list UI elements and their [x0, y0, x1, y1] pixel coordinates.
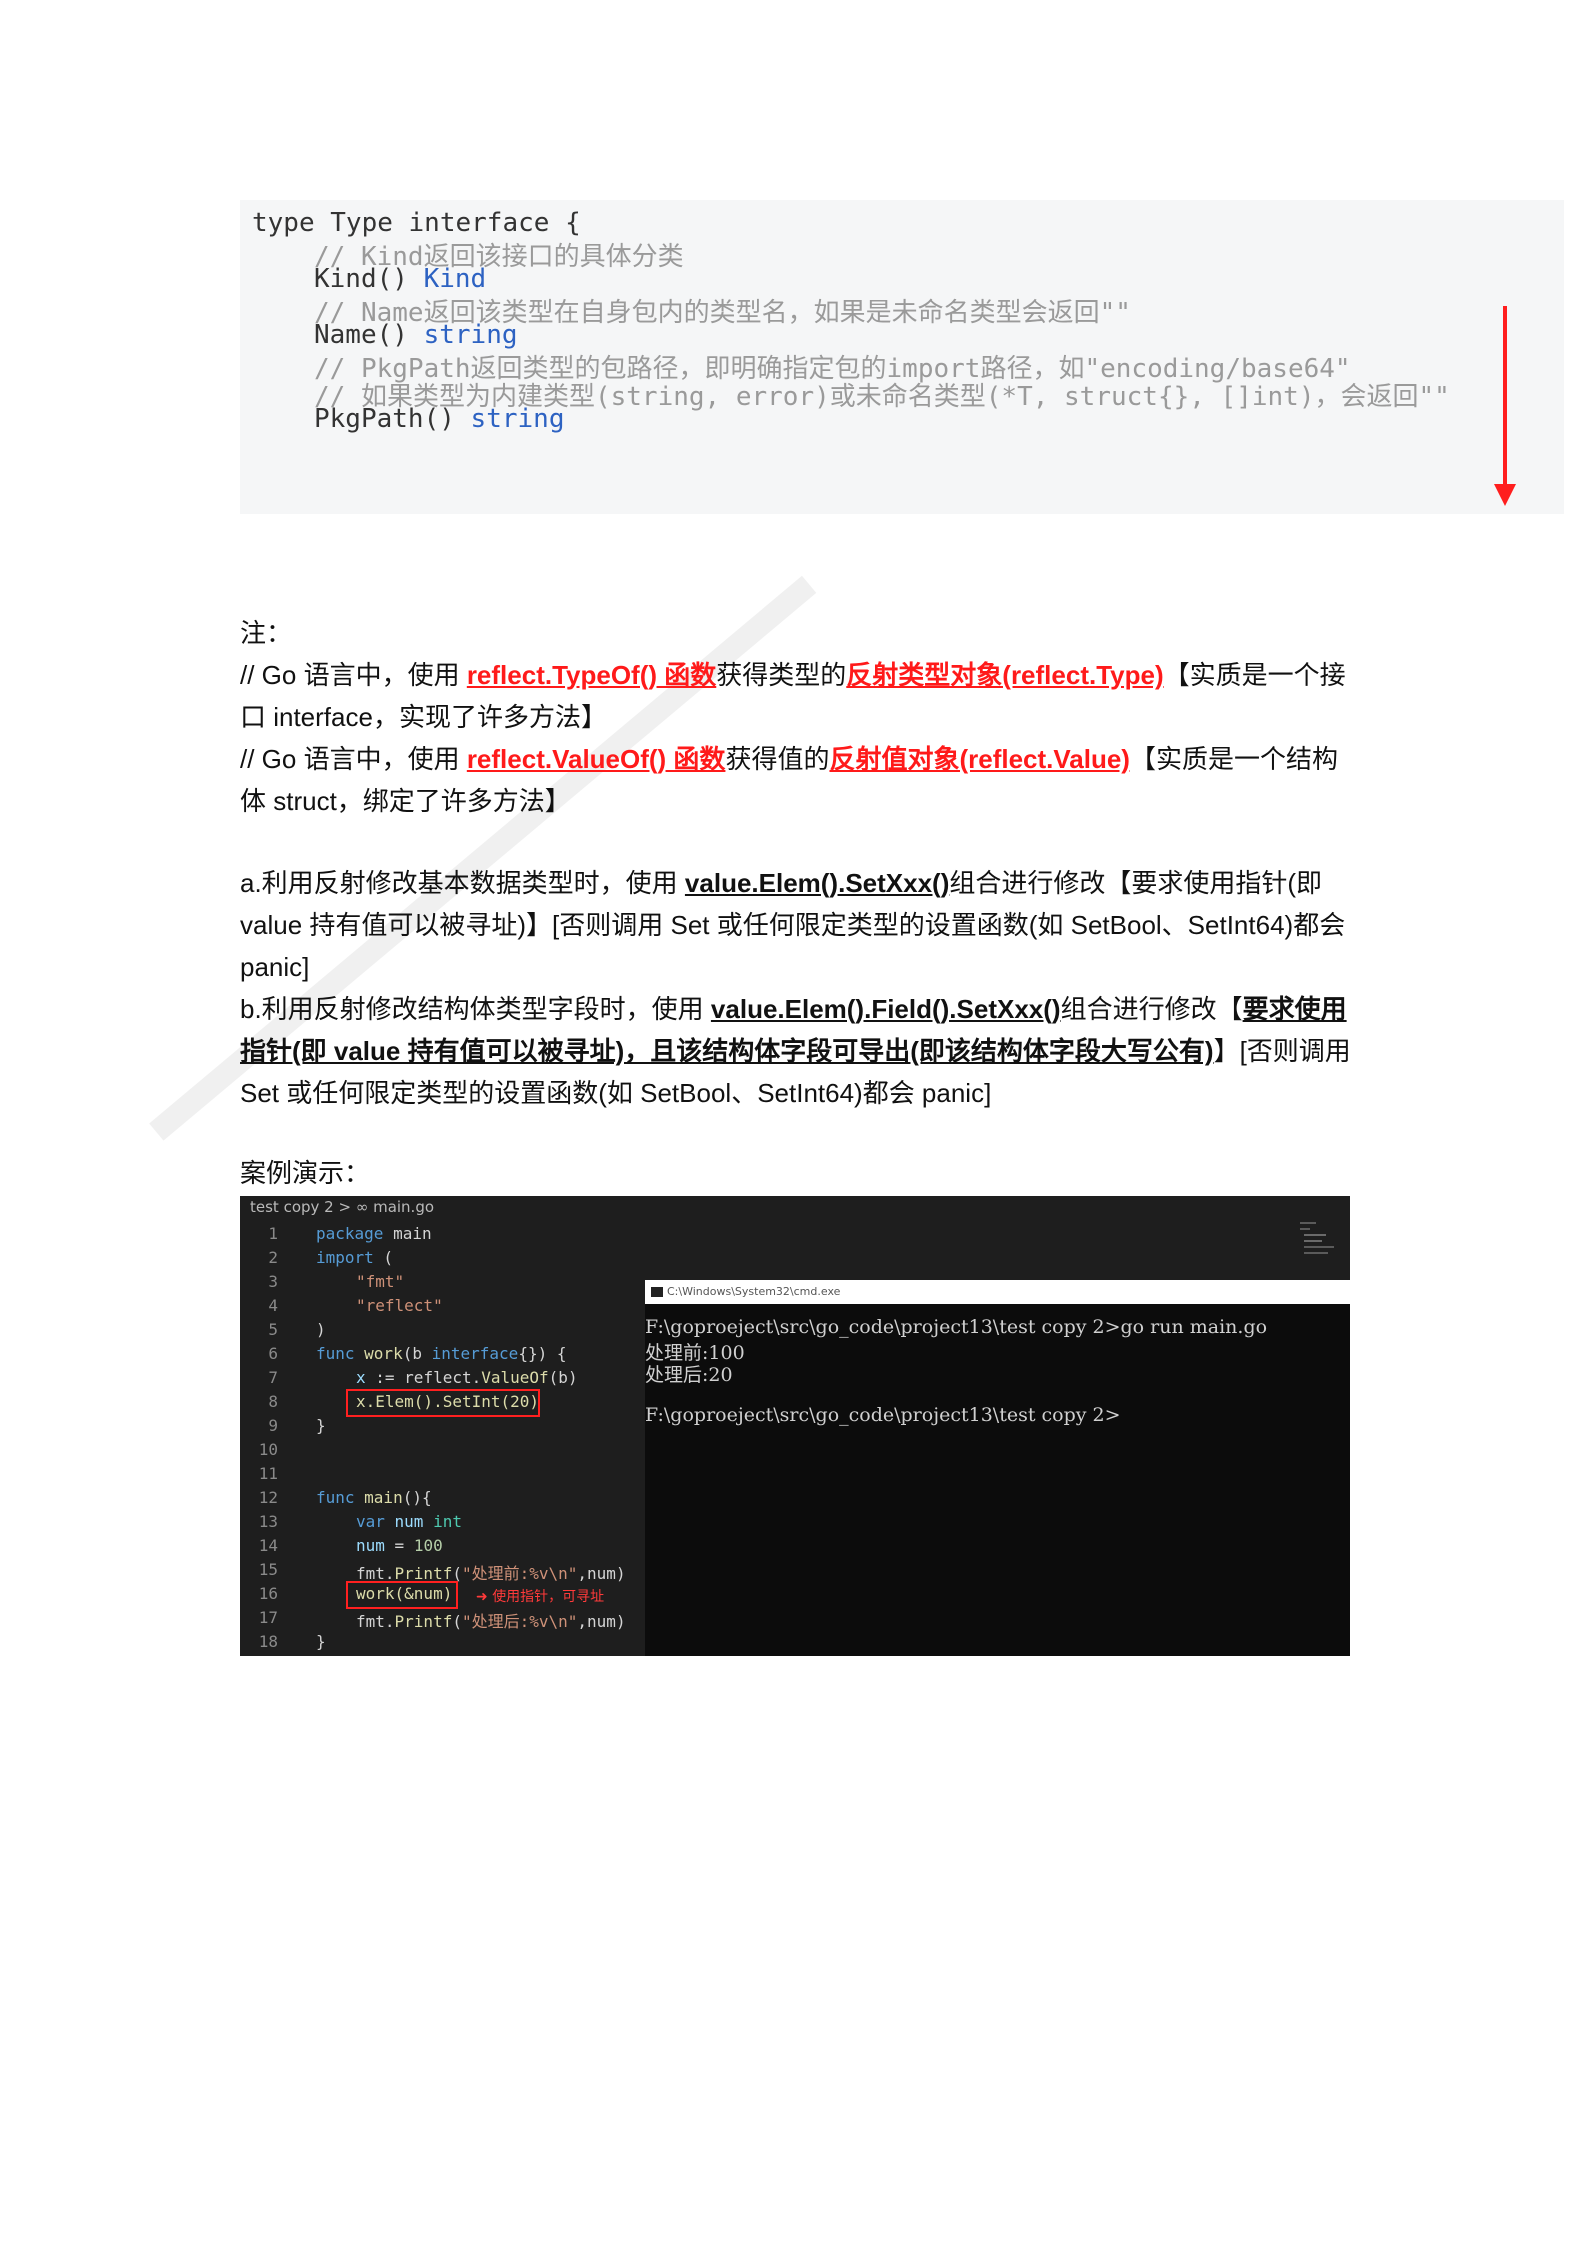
code-block-type-interface: type Type interface { // Kind返回该接口的具体分类 … [240, 200, 1564, 514]
code-line-type: type Type interface { [252, 208, 581, 238]
code-line-kind: Kind() Kind [314, 264, 487, 294]
cmd-line-prompt: F:\goproeject\src\go_code\project13\test… [645, 1404, 1121, 1426]
cmd-line-after: 处理后:20 [645, 1364, 733, 1386]
highlight-setint [346, 1389, 540, 1417]
highlight-work-call [346, 1581, 458, 1609]
pointer-annotation: ➜ 使用指针，可寻址 [476, 1589, 605, 1605]
cmd-icon [651, 1287, 663, 1297]
code-line-name: Name() string [314, 320, 518, 350]
note-valueof: // Go 语言中，使用 reflect.ValueOf() 函数获得值的反射值… [240, 744, 1338, 816]
cmd-line-run: F:\goproeject\src\go_code\project13\test… [645, 1316, 1268, 1338]
minimap-icon [1300, 1222, 1334, 1254]
code-line-pkgpath: PkgPath() string [314, 404, 565, 434]
note-typeof: // Go 语言中，使用 reflect.TypeOf() 函数获得类型的反射类… [240, 660, 1346, 732]
arrow-head-icon [1494, 484, 1516, 506]
demo-screenshot: test copy 2 > ∞ main.go 1 2 3 4 5 6 7 8 … [240, 1196, 1350, 1656]
note-label: 注： [240, 618, 293, 648]
note-a-basic-types: a.利用反射修改基本数据类型时，使用 value.Elem().SetXxx()… [240, 868, 1346, 982]
cmd-title-bar[interactable]: C:\Windows\System32\cmd.exe [645, 1280, 1350, 1304]
editor-breadcrumb[interactable]: test copy 2 > ∞ main.go [240, 1196, 644, 1218]
scroll-arrow-icon [1503, 306, 1507, 486]
demo-label: 案例演示： [240, 1158, 371, 1188]
cmd-window: C:\Windows\System32\cmd.exe F:\goproejec… [645, 1280, 1350, 1656]
note-b-struct-fields: b.利用反射修改结构体类型字段时，使用 value.Elem().Field()… [240, 994, 1351, 1108]
